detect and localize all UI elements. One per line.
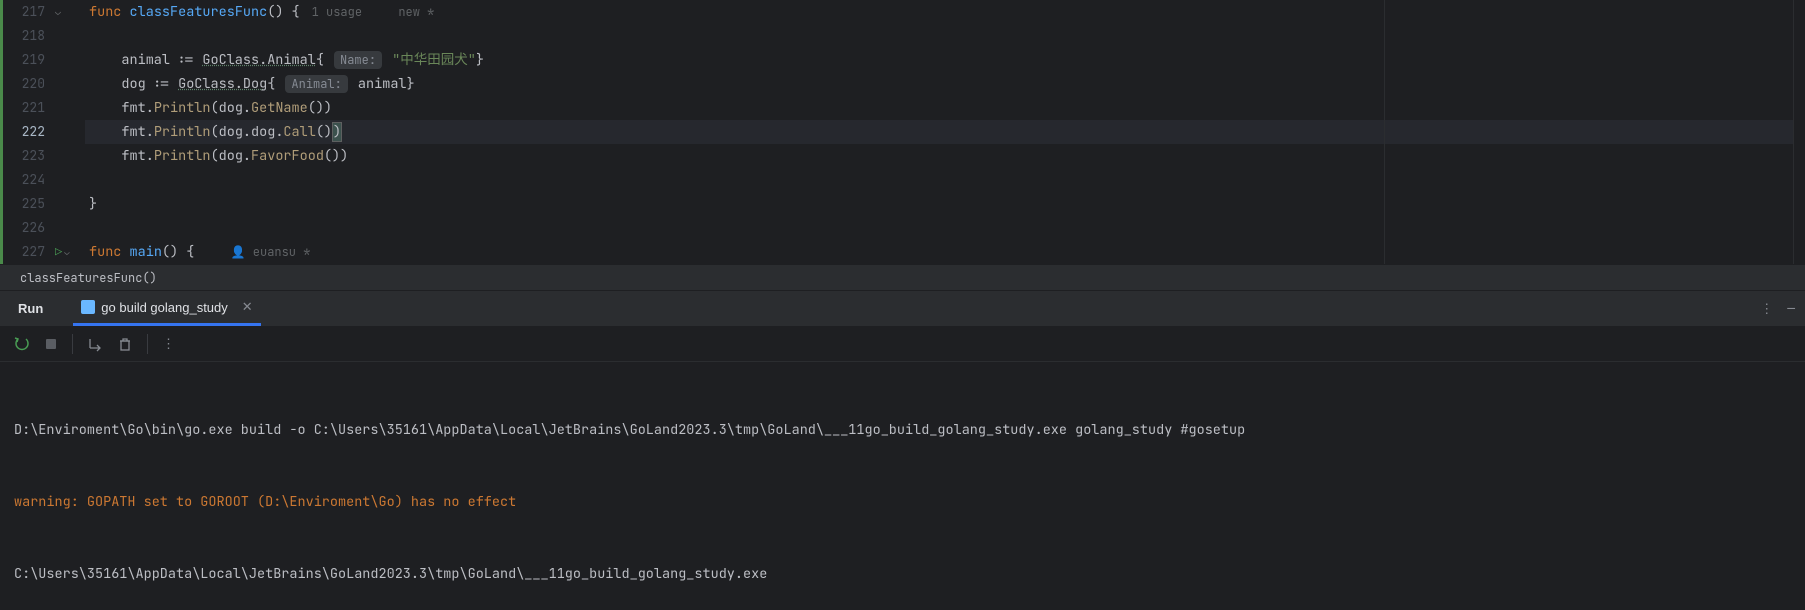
type-ref-animal[interactable]: GoClass.Animal [202, 51, 315, 69]
keyword-func: func [89, 243, 121, 261]
rerun-button[interactable] [14, 336, 30, 352]
line-number: 219 [3, 48, 45, 72]
line-number: 218 [3, 24, 45, 48]
func-name: classFeaturesFunc [130, 3, 268, 21]
author-hint: 👤 euansu * [231, 244, 311, 260]
bracket-close: ) [332, 122, 342, 142]
line-number: 221 [3, 96, 45, 120]
more-options-icon[interactable]: ⋮ [1760, 300, 1773, 317]
breadcrumb-item[interactable]: classFeaturesFunc() [20, 270, 157, 286]
run-tool-title: Run [18, 301, 43, 316]
code-content[interactable]: func classFeaturesFunc() {1 usage new * … [85, 0, 1805, 264]
close-tab-icon[interactable]: ✕ [242, 299, 253, 315]
fold-column: ⌄ ▷⌄ [55, 0, 85, 264]
method-call: Call [283, 123, 315, 141]
string-literal: "中华田园犬" [392, 51, 476, 69]
console-exec-path: C:\Users\35161\AppData\Local\JetBrains\G… [14, 562, 1791, 586]
func-name-main: main [130, 243, 162, 261]
console-warning: warning: GOPATH set to GOROOT (D:\Enviro… [14, 490, 1791, 514]
method-favorfood: FavorFood [251, 147, 324, 165]
line-number: 217 [3, 0, 45, 24]
line-number: 220 [3, 72, 45, 96]
keyword-func: func [89, 3, 121, 21]
go-icon [81, 300, 95, 314]
line-number: 227 [3, 240, 45, 264]
param-hint-animal: Animal: [285, 75, 347, 93]
console-command: D:\Enviroment\Go\bin\go.exe build -o C:\… [14, 418, 1791, 442]
method-getname: GetName [251, 99, 308, 117]
usage-hint[interactable]: 1 usage [312, 4, 362, 20]
fold-chevron-icon[interactable]: ⌄ [55, 0, 85, 24]
type-ref-dog[interactable]: GoClass.Dog [178, 75, 267, 93]
param-hint-name: Name: [334, 51, 382, 69]
scroll-to-end-icon[interactable] [87, 336, 103, 352]
method-println: Println [154, 99, 211, 117]
method-println: Println [154, 147, 211, 165]
line-number: 225 [3, 192, 45, 216]
line-number: 224 [3, 168, 45, 192]
toolbar-separator [147, 334, 148, 354]
toolbar-separator [72, 334, 73, 354]
run-config-tab[interactable]: go build golang_study ✕ [73, 291, 260, 326]
line-number-gutter: 217 218 219 220 221 222 223 224 225 226 … [0, 0, 55, 264]
preview-scrollbar[interactable] [1793, 0, 1805, 264]
hide-panel-icon[interactable]: — [1787, 300, 1795, 317]
line-number: 226 [3, 216, 45, 240]
run-tool-header: Run go build golang_study ✕ ⋮ — [0, 290, 1805, 326]
new-hint: new * [398, 4, 434, 20]
line-number-current: 222 [3, 120, 45, 144]
run-toolbar: ⋮ [0, 326, 1805, 362]
clear-all-icon[interactable] [117, 336, 133, 352]
method-println: Println [154, 123, 211, 141]
line-number: 223 [3, 144, 45, 168]
more-actions-icon[interactable]: ⋮ [162, 335, 175, 352]
bracket-open: (dog. [211, 123, 252, 141]
console-output[interactable]: D:\Enviroment\Go\bin\go.exe build -o C:\… [0, 362, 1805, 610]
breadcrumb-bar[interactable]: classFeaturesFunc() [0, 264, 1805, 290]
right-margin-line [1384, 0, 1385, 264]
stop-button[interactable] [44, 337, 58, 351]
run-tab-label: go build golang_study [101, 300, 228, 315]
code-editor[interactable]: 217 218 219 220 221 222 223 224 225 226 … [0, 0, 1805, 264]
run-gutter-icon[interactable]: ▷⌄ [55, 240, 85, 264]
